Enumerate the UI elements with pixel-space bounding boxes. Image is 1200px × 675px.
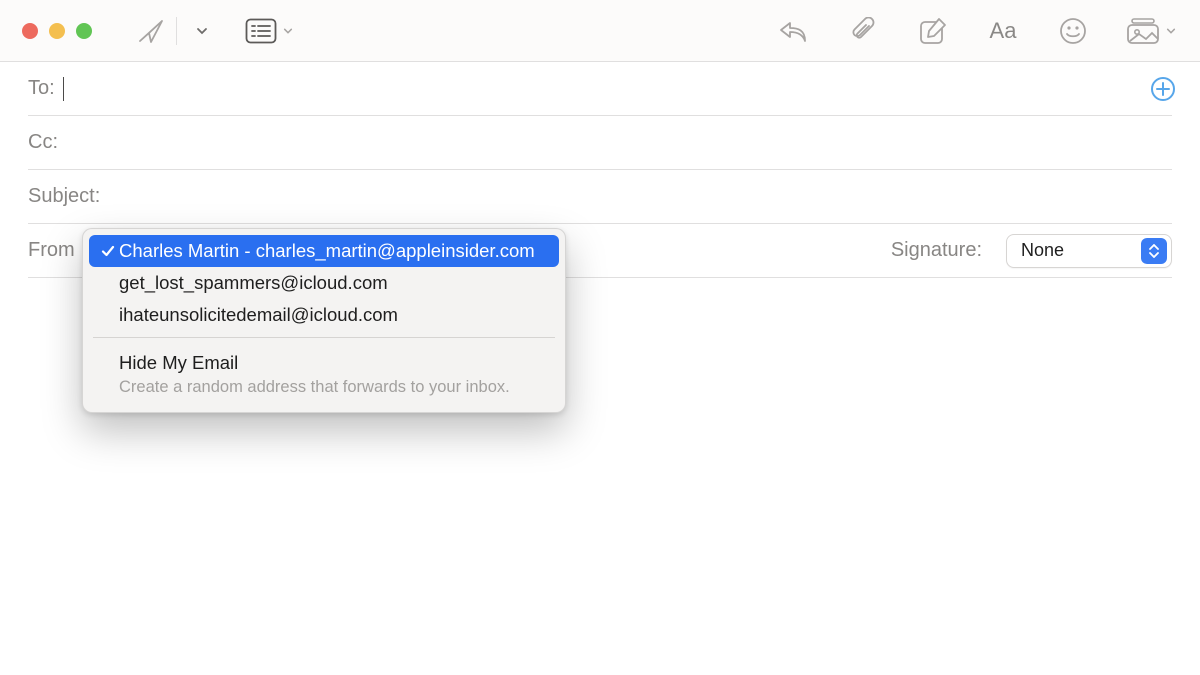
from-option[interactable]: Charles Martin - charles_martin@appleins… (89, 235, 559, 267)
to-label: To: (28, 77, 55, 100)
signature-value: None (1021, 240, 1141, 261)
hide-my-email-title: Hide My Email (119, 350, 549, 376)
add-contact-button[interactable] (1150, 76, 1176, 102)
send-options-dropdown[interactable] (185, 14, 219, 48)
paperclip-icon (850, 17, 876, 45)
cc-input[interactable] (66, 116, 1172, 169)
window-close-button[interactable] (22, 23, 38, 39)
menu-divider (93, 337, 555, 338)
subject-input[interactable] (108, 170, 1172, 223)
photos-button[interactable] (1126, 14, 1176, 48)
to-row[interactable]: To: (28, 62, 1172, 116)
hide-my-email-subtitle: Create a random address that forwards to… (119, 376, 549, 398)
paper-plane-icon (137, 17, 165, 45)
photo-stack-icon (1126, 17, 1160, 45)
from-row[interactable]: From Signature: None Charles Martin - ch… (28, 224, 1172, 278)
toolbar-separator (176, 17, 177, 45)
subject-label: Subject: (28, 185, 100, 208)
signature-label: Signature: (891, 239, 982, 262)
markup-button[interactable] (916, 14, 950, 48)
emoji-button[interactable] (1056, 14, 1090, 48)
cc-row[interactable]: Cc: (28, 116, 1172, 170)
list-box-icon (245, 18, 277, 44)
attach-button[interactable] (846, 14, 880, 48)
select-stepper-icon (1141, 238, 1167, 264)
format-button[interactable]: Aa (986, 14, 1020, 48)
chevron-down-icon (283, 26, 293, 36)
from-dropdown-menu: Charles Martin - charles_martin@appleins… (82, 228, 566, 413)
toolbar-right-group: Aa (776, 14, 1176, 48)
window-minimize-button[interactable] (49, 23, 65, 39)
cc-label: Cc: (28, 131, 58, 154)
compose-header-fields: To: Cc: Subject: From Signature: None (0, 62, 1200, 278)
from-option[interactable]: get_lost_spammers@icloud.com (89, 267, 559, 299)
plus-circle-icon (1150, 76, 1176, 102)
header-fields-button[interactable] (245, 14, 293, 48)
compose-square-icon (919, 17, 947, 45)
signature-select[interactable]: None (1006, 234, 1172, 268)
from-label: From (28, 239, 75, 262)
from-option-label: get_lost_spammers@icloud.com (119, 272, 388, 294)
text-format-icon: Aa (990, 18, 1017, 44)
signature-block: Signature: None (891, 234, 1172, 268)
hide-my-email-option[interactable]: Hide My Email Create a random address th… (89, 344, 559, 406)
reply-button[interactable] (776, 14, 810, 48)
reply-arrow-icon (778, 19, 808, 43)
toolbar: Aa (0, 0, 1200, 62)
send-button[interactable] (134, 14, 168, 48)
chevron-down-icon (196, 25, 208, 37)
window-zoom-button[interactable] (76, 23, 92, 39)
chevron-down-icon (1166, 26, 1176, 36)
from-option-label: ihateunsolicitedemail@icloud.com (119, 304, 398, 326)
to-input[interactable] (64, 62, 1172, 115)
from-option[interactable]: ihateunsolicitedemail@icloud.com (89, 299, 559, 331)
subject-row[interactable]: Subject: (28, 170, 1172, 224)
window-traffic-lights (22, 23, 92, 39)
smiley-icon (1059, 17, 1087, 45)
from-option-label: Charles Martin - charles_martin@appleins… (119, 240, 535, 262)
checkmark-icon (97, 243, 119, 259)
